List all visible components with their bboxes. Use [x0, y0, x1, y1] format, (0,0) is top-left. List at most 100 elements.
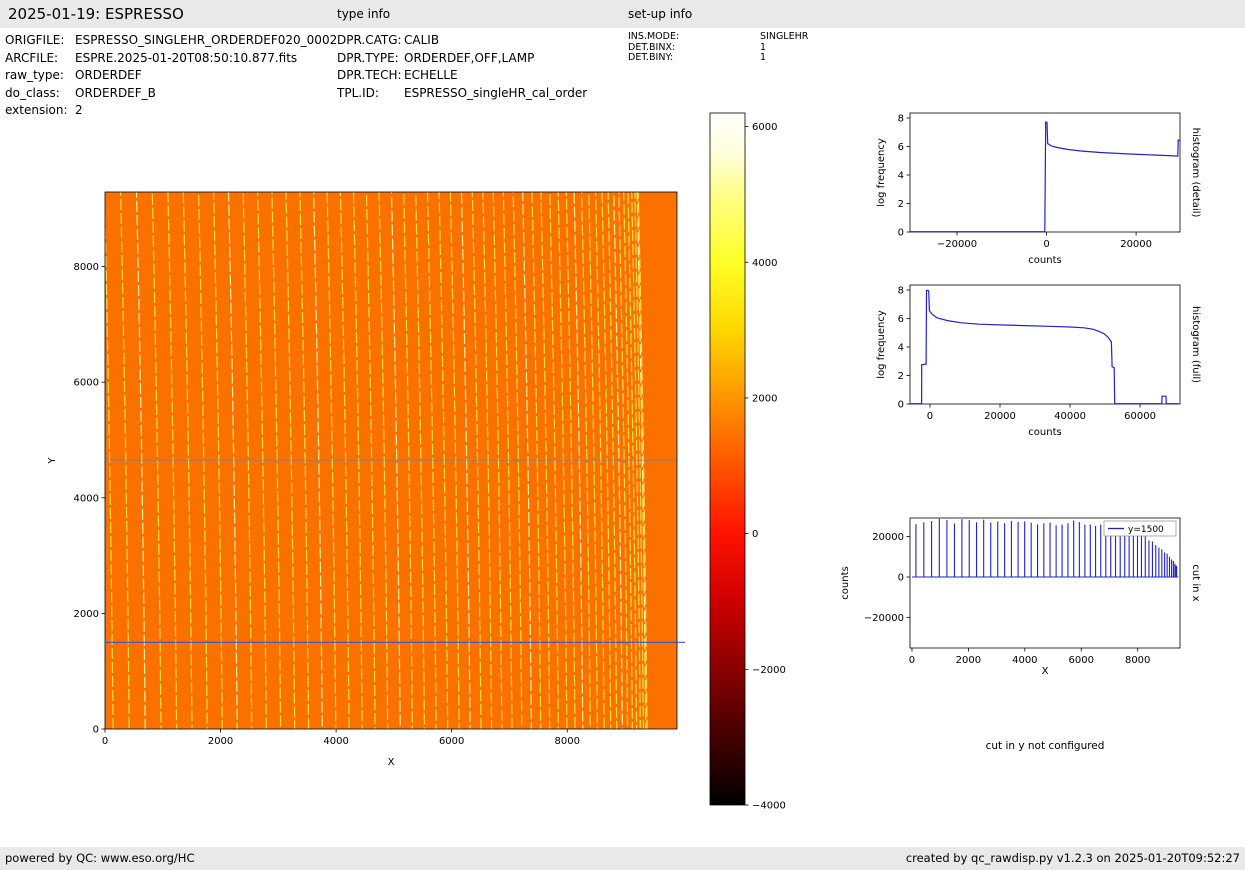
meta-row-extension: extension: 2	[5, 102, 337, 120]
meta-value-insmode: SINGLEHR	[760, 31, 809, 42]
meta-value-detbiny: 1	[760, 52, 767, 63]
svg-text:y=1500: y=1500	[1128, 525, 1164, 535]
raw-image-plot: 0 2000 4000 6000 8000 0 2000 4000 6000 8000 X Y	[47, 191, 685, 768]
page-title: 2025-01-19: ESPRESSO	[8, 5, 184, 23]
svg-text:8: 8	[898, 113, 904, 124]
type-info-column: DPR.CATG: CALIB DPR.TYPE: ORDERDEF,OFF,L…	[337, 32, 587, 102]
cut-in-y-note: cut in y not configured	[985, 740, 1105, 752]
meta-row-dprtype: DPR.TYPE: ORDERDEF,OFF,LAMP	[337, 50, 587, 68]
setup-info-heading: set-up info	[628, 7, 693, 21]
svg-text:4: 4	[898, 342, 904, 353]
meta-row-arcfile: ARCFILE: ESPRE.2025-01-20T08:50:10.877.f…	[5, 50, 337, 68]
footer-bar: powered by QC: www.eso.org/HC created by…	[0, 847, 1245, 870]
svg-text:6000: 6000	[752, 122, 777, 133]
svg-text:counts: counts	[840, 566, 851, 599]
cut-in-x-plot: 0 2000 4000 6000 8000 −20000 0 20000 Xcounts cut …	[840, 517, 1201, 677]
meta-value-rawtype: ORDERDEF	[75, 68, 142, 82]
cut-in-x-legend: y=1500	[1103, 520, 1177, 537]
meta-value-dprtech: ECHELLE	[404, 68, 458, 82]
meta-row-rawtype: raw_type: ORDERDEF	[5, 67, 337, 85]
svg-text:0: 0	[927, 411, 933, 422]
meta-row-doclass: do_class: ORDERDEF_B	[5, 85, 337, 103]
meta-value-tplid: ESPRESSO_singleHR_cal_order	[404, 85, 588, 100]
svg-text:8: 8	[898, 285, 904, 296]
meta-label-origfile: ORIGFILE:	[5, 33, 65, 47]
svg-text:0: 0	[102, 736, 108, 747]
svg-text:20000: 20000	[1120, 239, 1152, 250]
svg-text:20000: 20000	[984, 411, 1016, 422]
svg-text:6: 6	[898, 142, 904, 153]
svg-text:2000: 2000	[74, 609, 99, 620]
svg-text:8000: 8000	[74, 262, 99, 273]
type-info-heading: type info	[337, 7, 391, 21]
meta-label-tplid: TPL.ID:	[337, 85, 379, 100]
svg-text:4: 4	[898, 170, 904, 181]
meta-label-arcfile: ARCFILE:	[5, 50, 59, 65]
echelle-orders-image	[105, 192, 677, 729]
svg-text:histogram (detail): histogram (detail)	[1190, 128, 1201, 218]
meta-value-origfile: ESPRESSO_SINGLEHR_ORDERDEF020_0002	[75, 33, 338, 47]
svg-text:2000: 2000	[752, 393, 777, 404]
svg-text:−20000: −20000	[937, 239, 977, 250]
meta-label-dprcatg: DPR.CATG:	[337, 33, 402, 47]
svg-text:0: 0	[898, 228, 904, 239]
svg-text:4000: 4000	[323, 736, 348, 747]
svg-text:0: 0	[898, 400, 904, 411]
meta-label-dprtype: DPR.TYPE:	[337, 50, 399, 65]
svg-text:counts: counts	[1028, 427, 1061, 438]
colorbar: 6000 4000 2000 0 −2000 −4000	[709, 112, 786, 812]
svg-text:X: X	[388, 757, 395, 768]
meta-value-extension: 2	[75, 103, 83, 117]
histogram-detail-plot: −20000 0 20000 0 2 4 6 8 counts log frequency hist…	[876, 112, 1201, 266]
svg-text:6000: 6000	[1069, 655, 1094, 666]
svg-text:−2000: −2000	[752, 665, 786, 676]
svg-text:20000: 20000	[872, 532, 904, 543]
svg-text:8000: 8000	[1125, 655, 1150, 666]
svg-text:counts: counts	[1028, 255, 1061, 266]
header-bar: 2025-01-19: ESPRESSO type info set-up in…	[0, 0, 1245, 28]
meta-label-rawtype: raw_type:	[5, 68, 64, 82]
svg-text:4000: 4000	[1012, 655, 1037, 666]
meta-row-dprtech: DPR.TECH: ECHELLE	[337, 67, 587, 85]
svg-text:6000: 6000	[74, 378, 99, 389]
svg-text:0: 0	[1043, 239, 1049, 250]
svg-text:Y: Y	[47, 457, 58, 465]
svg-text:log frequency: log frequency	[876, 138, 887, 207]
meta-value-dprcatg: CALIB	[404, 33, 440, 47]
svg-text:6000: 6000	[439, 736, 464, 747]
meta-row-origfile: ORIGFILE: ESPRESSO_SINGLEHR_ORDERDEF020_…	[5, 32, 337, 50]
meta-value-doclass: ORDERDEF_B	[75, 85, 156, 100]
svg-text:log frequency: log frequency	[876, 310, 887, 379]
svg-text:cut in x: cut in x	[1190, 564, 1201, 601]
histogram-full-plot: 0 20000 40000 60000 0 2 4 6 8 counts log frequency…	[876, 284, 1201, 438]
svg-text:4000: 4000	[74, 493, 99, 504]
svg-text:40000: 40000	[1054, 411, 1086, 422]
svg-text:X: X	[1042, 666, 1049, 677]
svg-text:60000: 60000	[1124, 411, 1156, 422]
meta-label-doclass: do_class:	[5, 85, 60, 100]
svg-text:0: 0	[752, 529, 758, 540]
svg-text:histogram (full): histogram (full)	[1190, 306, 1201, 383]
footer-created-by: created by qc_rawdisp.py v1.2.3 on 2025-…	[905, 851, 1240, 865]
meta-label-detbiny: DET.BINY:	[628, 52, 674, 63]
meta-value-arcfile: ESPRE.2025-01-20T08:50:10.877.fits	[75, 50, 298, 65]
setup-info-column: INS.MODE: SINGLEHR DET.BINX: 1 DET.BINY:…	[628, 31, 809, 64]
svg-text:4000: 4000	[752, 258, 777, 269]
svg-text:6: 6	[898, 314, 904, 325]
svg-text:−4000: −4000	[752, 801, 786, 812]
svg-text:2000: 2000	[208, 736, 233, 747]
meta-label-dprtech: DPR.TECH:	[337, 68, 402, 82]
svg-text:8000: 8000	[554, 736, 579, 747]
meta-label-insmode: INS.MODE:	[628, 31, 680, 42]
file-info-column: ORIGFILE: ESPRESSO_SINGLEHR_ORDERDEF020_…	[5, 32, 337, 120]
meta-value-dprtype: ORDERDEF,OFF,LAMP	[404, 50, 535, 65]
svg-text:−20000: −20000	[864, 613, 904, 624]
meta-row-dprcatg: DPR.CATG: CALIB	[337, 32, 587, 50]
svg-text:0: 0	[909, 655, 915, 666]
svg-text:2: 2	[898, 199, 904, 210]
svg-text:2: 2	[898, 371, 904, 382]
meta-row-tplid: TPL.ID: ESPRESSO_singleHR_cal_order	[337, 85, 587, 103]
meta-label-extension: extension:	[5, 103, 68, 117]
meta-row-insmode: INS.MODE: SINGLEHR	[628, 31, 809, 43]
svg-text:0: 0	[898, 573, 904, 584]
